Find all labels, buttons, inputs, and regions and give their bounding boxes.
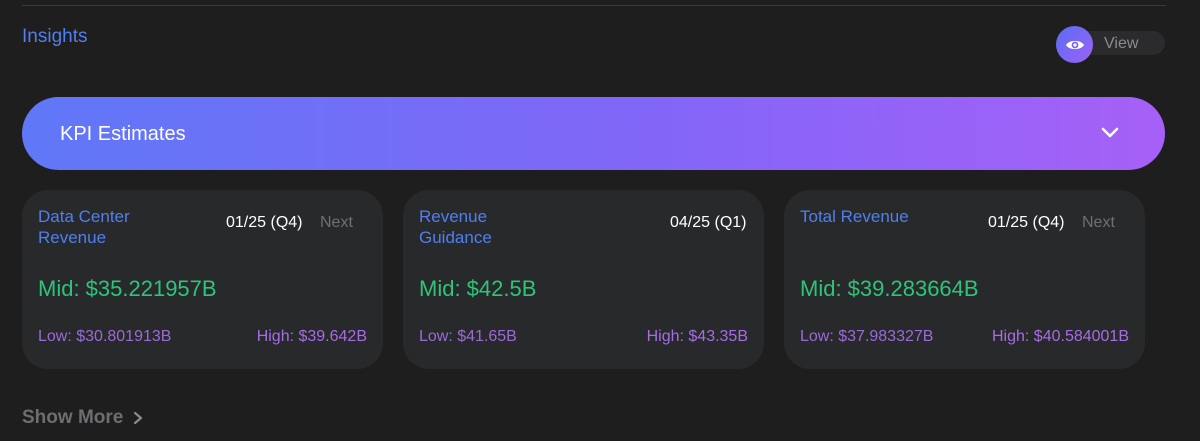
kpi-card-low-value: Low: $41.65B [419, 328, 517, 345]
kpi-card-revenue-guidance: Revenue Guidance 04/25 (Q1) Mid: $42.5B … [403, 190, 764, 369]
kpi-card-high-value: High: $39.642B [256, 328, 367, 345]
kpi-card-period: 01/25 (Q4) [988, 214, 1065, 231]
kpi-card-total-revenue: Total Revenue 01/25 (Q4) Next Mid: $39.2… [784, 190, 1145, 369]
kpi-card-mid-value: Mid: $39.283664B [800, 276, 979, 301]
top-divider [22, 5, 1166, 6]
kpi-card-mid-value: Mid: $42.5B [419, 276, 537, 301]
kpi-card-title[interactable]: Data Center Revenue [38, 206, 178, 248]
section-title: Insights [22, 26, 88, 47]
kpi-card-low-value: Low: $37.983327B [800, 328, 934, 345]
show-more-label: Show More [22, 407, 124, 428]
kpi-card-period: 04/25 (Q1) [670, 214, 747, 231]
view-toggle-label: View [1104, 35, 1139, 52]
kpi-card-high-value: High: $40.584001B [992, 328, 1129, 345]
kpi-card-title[interactable]: Total Revenue [800, 206, 940, 227]
eye-icon [1065, 40, 1084, 49]
kpi-card-next-button[interactable]: Next [320, 214, 353, 232]
kpi-card-data-center-revenue: Data Center Revenue 01/25 (Q4) Next Mid:… [22, 190, 383, 369]
kpi-card-period: 01/25 (Q4) [226, 214, 303, 231]
kpi-card-mid-value: Mid: $35.221957B [38, 276, 217, 301]
insights-panel: Insights View KPI Estimates Data Center … [0, 0, 1200, 441]
view-toggle[interactable]: View [1056, 26, 1166, 63]
chevron-down-icon[interactable] [1099, 124, 1121, 140]
kpi-card-title[interactable]: Revenue Guidance [419, 206, 559, 248]
kpi-estimates-dropdown[interactable]: KPI Estimates [22, 97, 1165, 170]
chevron-right-icon [134, 411, 143, 425]
show-more-link[interactable]: Show More [22, 407, 143, 429]
kpi-card-next-button[interactable]: Next [1082, 214, 1115, 232]
kpi-card-high-value: High: $43.35B [646, 328, 748, 345]
kpi-estimates-title: KPI Estimates [60, 123, 186, 145]
kpi-card-low-value: Low: $30.801913B [38, 328, 172, 345]
view-toggle-knob[interactable] [1056, 26, 1093, 63]
